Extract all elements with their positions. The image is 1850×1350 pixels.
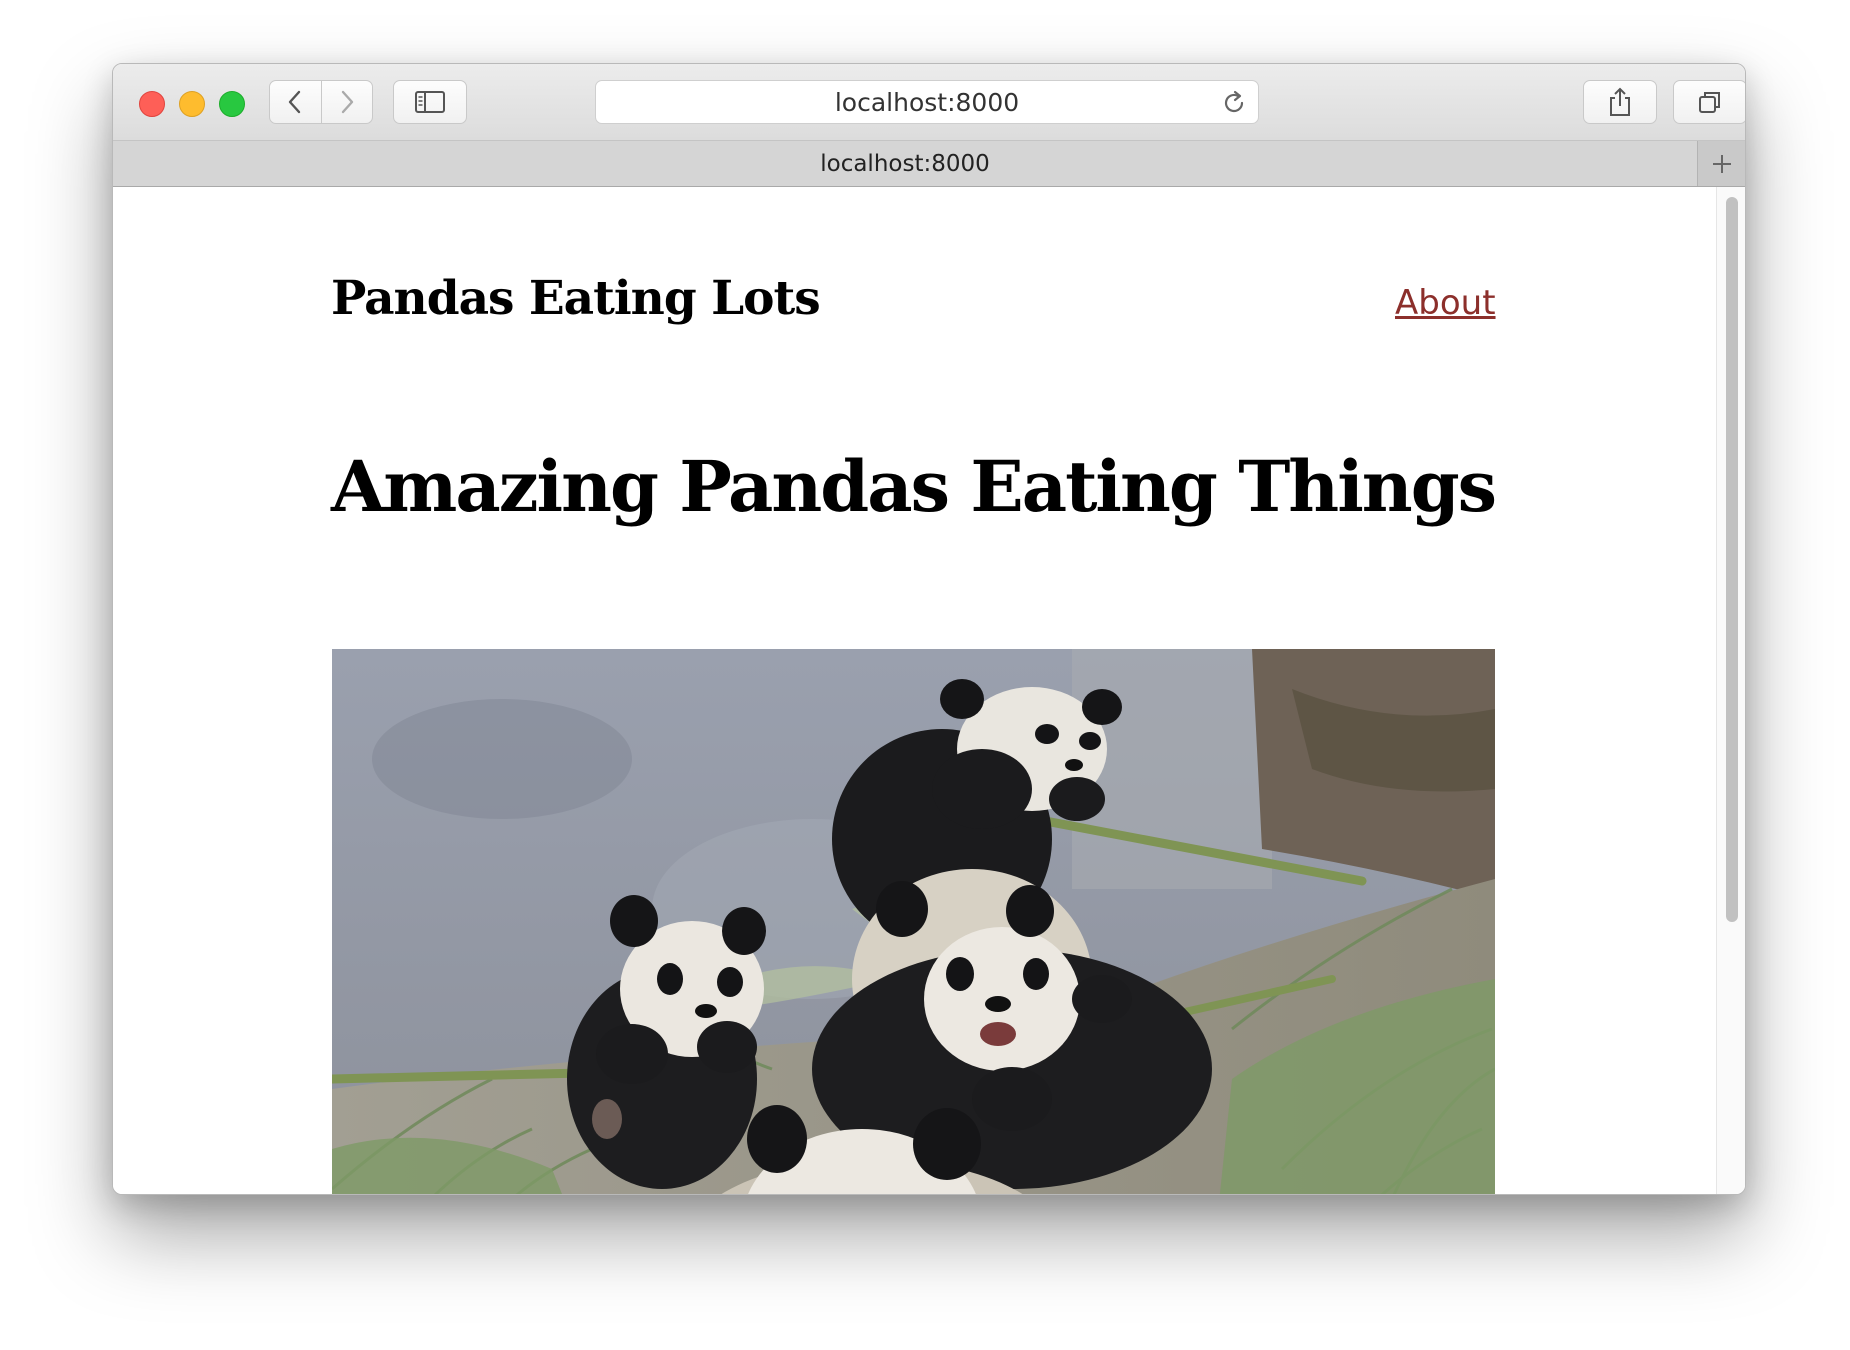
plus-icon (1712, 154, 1731, 173)
forward-icon (341, 90, 353, 114)
sidebar-button[interactable] (393, 80, 467, 124)
tab-bar: localhost:8000 (113, 141, 1745, 187)
tabs-icon (1699, 92, 1720, 113)
browser-toolbar: localhost:8000 (113, 64, 1745, 141)
scrollbar-thumb[interactable] (1726, 197, 1738, 922)
sidebar-icon (415, 91, 445, 113)
address-bar[interactable]: localhost:8000 (595, 80, 1259, 124)
back-icon (289, 90, 301, 114)
tab-active[interactable]: localhost:8000 (113, 141, 1697, 186)
address-text: localhost:8000 (834, 87, 1020, 117)
history-nav (269, 80, 373, 124)
back-button[interactable] (270, 81, 321, 123)
share-button[interactable] (1583, 80, 1657, 124)
reload-icon[interactable] (1220, 89, 1248, 117)
forward-button[interactable] (320, 81, 373, 123)
web-content: Pandas Eating Lots About Amazing Pandas … (113, 187, 1745, 1194)
share-icon (1610, 87, 1630, 116)
hero-image (332, 649, 1495, 1194)
new-tab-button[interactable] (1697, 141, 1745, 186)
close-window-button[interactable] (139, 91, 165, 117)
zoom-window-button[interactable] (219, 91, 245, 117)
minimize-window-button[interactable] (179, 91, 205, 117)
panda-photo (332, 649, 1495, 1194)
tabs-overview-button[interactable] (1673, 80, 1745, 124)
nav-about-link[interactable]: About (1395, 283, 1496, 323)
page-heading: Amazing Pandas Eating Things (331, 445, 1497, 528)
scrollbar[interactable] (1716, 187, 1745, 1194)
site-title[interactable]: Pandas Eating Lots (331, 271, 821, 326)
browser-window: localhost:8000 localhost:8000 Pandas Eat… (112, 63, 1746, 1195)
